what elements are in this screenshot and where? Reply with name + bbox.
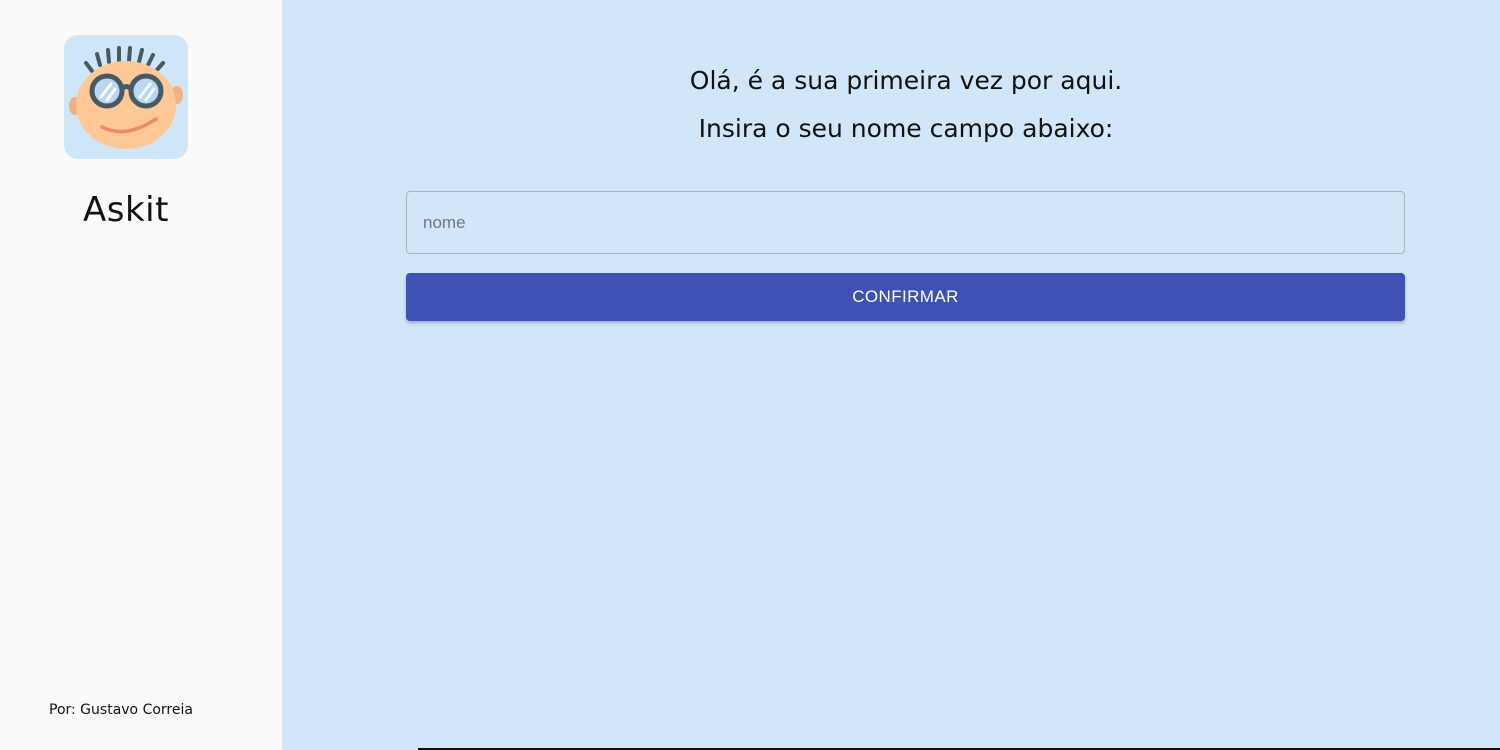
name-input[interactable]	[406, 191, 1405, 254]
main-panel: Olá, é a sua primeira vez por aqui. Insi…	[282, 0, 1500, 750]
app-logo	[64, 35, 188, 159]
app-name: Askit	[83, 190, 169, 230]
confirm-button[interactable]: CONFIRMAR	[406, 273, 1405, 321]
instruction-text: Insira o seu nome campo abaixo:	[698, 114, 1114, 143]
author-credit: Por: Gustavo Correia	[49, 702, 193, 718]
greeting-text: Olá, é a sua primeira vez por aqui.	[689, 66, 1123, 95]
app-root: Askit Por: Gustavo Correia Olá, é a sua …	[0, 0, 1500, 750]
sidebar: Askit Por: Gustavo Correia	[0, 0, 282, 750]
glasses-face-icon	[69, 46, 183, 149]
